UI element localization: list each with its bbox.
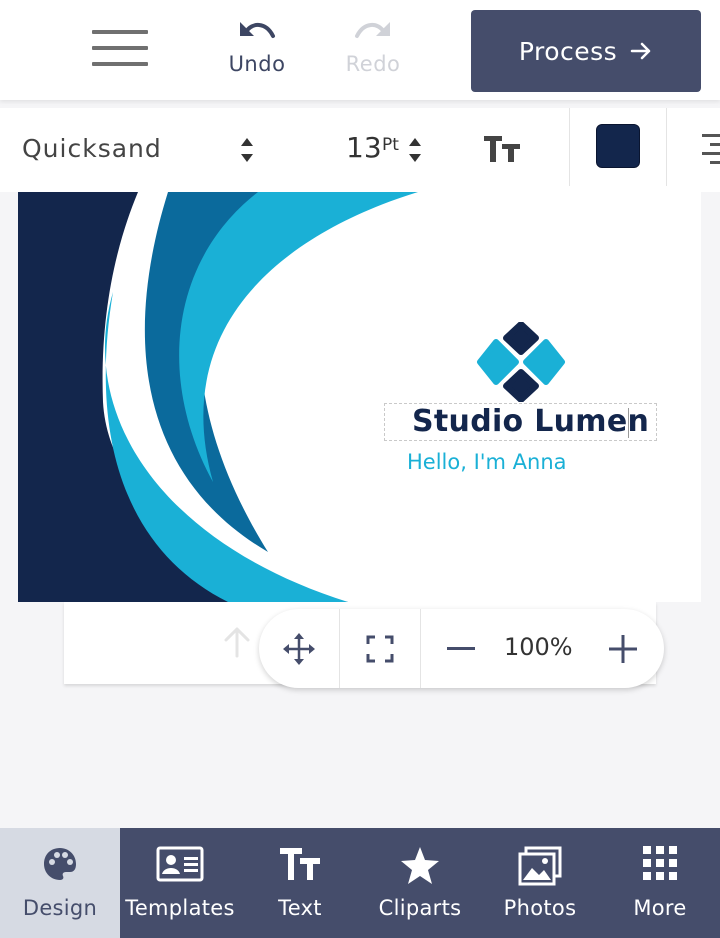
move-button[interactable] xyxy=(259,609,339,688)
toolbar-divider xyxy=(569,108,570,186)
plus-icon xyxy=(609,634,637,663)
nav-photos[interactable]: Photos xyxy=(480,828,600,938)
font-family-value: Quicksand xyxy=(22,134,162,163)
undo-icon xyxy=(240,22,275,38)
zoom-in-button[interactable] xyxy=(601,609,645,688)
nav-label: Cliparts xyxy=(378,896,462,920)
text-size-icon xyxy=(280,848,320,880)
bottom-nav: Design Templates Text Cliparts Photos Mo… xyxy=(0,828,720,938)
format-toolbar: Quicksand 13 Pt xyxy=(0,108,720,192)
nav-label: Text xyxy=(278,896,322,920)
align-right-button[interactable] xyxy=(696,128,720,168)
card-background-art xyxy=(18,192,701,602)
nav-label: Templates xyxy=(125,896,235,920)
zoom-level: 100% xyxy=(504,633,573,661)
align-right-icon xyxy=(702,152,720,155)
undo-label: Undo xyxy=(228,52,286,76)
process-button[interactable]: Process xyxy=(471,10,701,92)
process-label: Process xyxy=(518,36,618,66)
zoom-divider xyxy=(420,609,421,688)
fit-screen-button[interactable] xyxy=(340,609,420,688)
canvas-subtitle-text[interactable]: Hello, I'm Anna xyxy=(407,450,567,474)
font-family-select[interactable]: Quicksand xyxy=(22,128,262,172)
nav-text[interactable]: Text xyxy=(240,828,360,938)
palette-icon xyxy=(44,848,76,880)
design-canvas[interactable]: Studio Lumen Hello, I'm Anna xyxy=(18,192,701,602)
minus-icon xyxy=(447,646,475,650)
text-cursor xyxy=(628,408,629,438)
font-size-value: 13 xyxy=(346,131,382,164)
arrow-up-icon[interactable] xyxy=(222,626,252,658)
updown-icon xyxy=(240,138,254,162)
font-size-select[interactable]: 13 Pt xyxy=(340,128,430,172)
fullscreen-icon xyxy=(366,635,394,662)
redo-label: Redo xyxy=(345,52,401,76)
menu-icon[interactable] xyxy=(92,30,148,68)
text-color-swatch[interactable] xyxy=(596,124,640,168)
text-size-button[interactable] xyxy=(480,130,524,170)
toolbar-divider xyxy=(666,108,667,186)
nav-label: Photos xyxy=(503,896,577,920)
nav-label: Design xyxy=(22,896,98,920)
id-card-icon xyxy=(156,846,204,882)
font-size-unit: Pt xyxy=(382,135,399,155)
canvas-title-text[interactable]: Studio Lumen xyxy=(412,404,649,439)
text-size-icon xyxy=(484,136,520,162)
nav-templates[interactable]: Templates xyxy=(120,828,240,938)
align-right-icon xyxy=(710,143,720,146)
undo-button[interactable]: Undo xyxy=(212,18,302,88)
grid-icon xyxy=(643,846,677,880)
align-right-icon xyxy=(702,134,720,137)
star-icon xyxy=(401,847,439,884)
nav-label: More xyxy=(633,896,687,920)
logo-icon xyxy=(477,322,565,402)
photos-icon xyxy=(518,846,562,886)
top-bar: Undo Redo Process xyxy=(0,0,720,100)
nav-more[interactable]: More xyxy=(600,828,720,938)
zoom-toolbar: 100% xyxy=(259,609,664,688)
nav-design[interactable]: Design xyxy=(0,828,120,938)
redo-icon xyxy=(355,22,390,38)
redo-button[interactable]: Redo xyxy=(328,18,418,88)
zoom-out-button[interactable] xyxy=(439,609,483,688)
align-right-icon xyxy=(710,161,720,164)
arrow-right-icon xyxy=(630,42,651,60)
updown-icon xyxy=(408,138,422,162)
nav-cliparts[interactable]: Cliparts xyxy=(360,828,480,938)
move-icon xyxy=(283,632,315,665)
